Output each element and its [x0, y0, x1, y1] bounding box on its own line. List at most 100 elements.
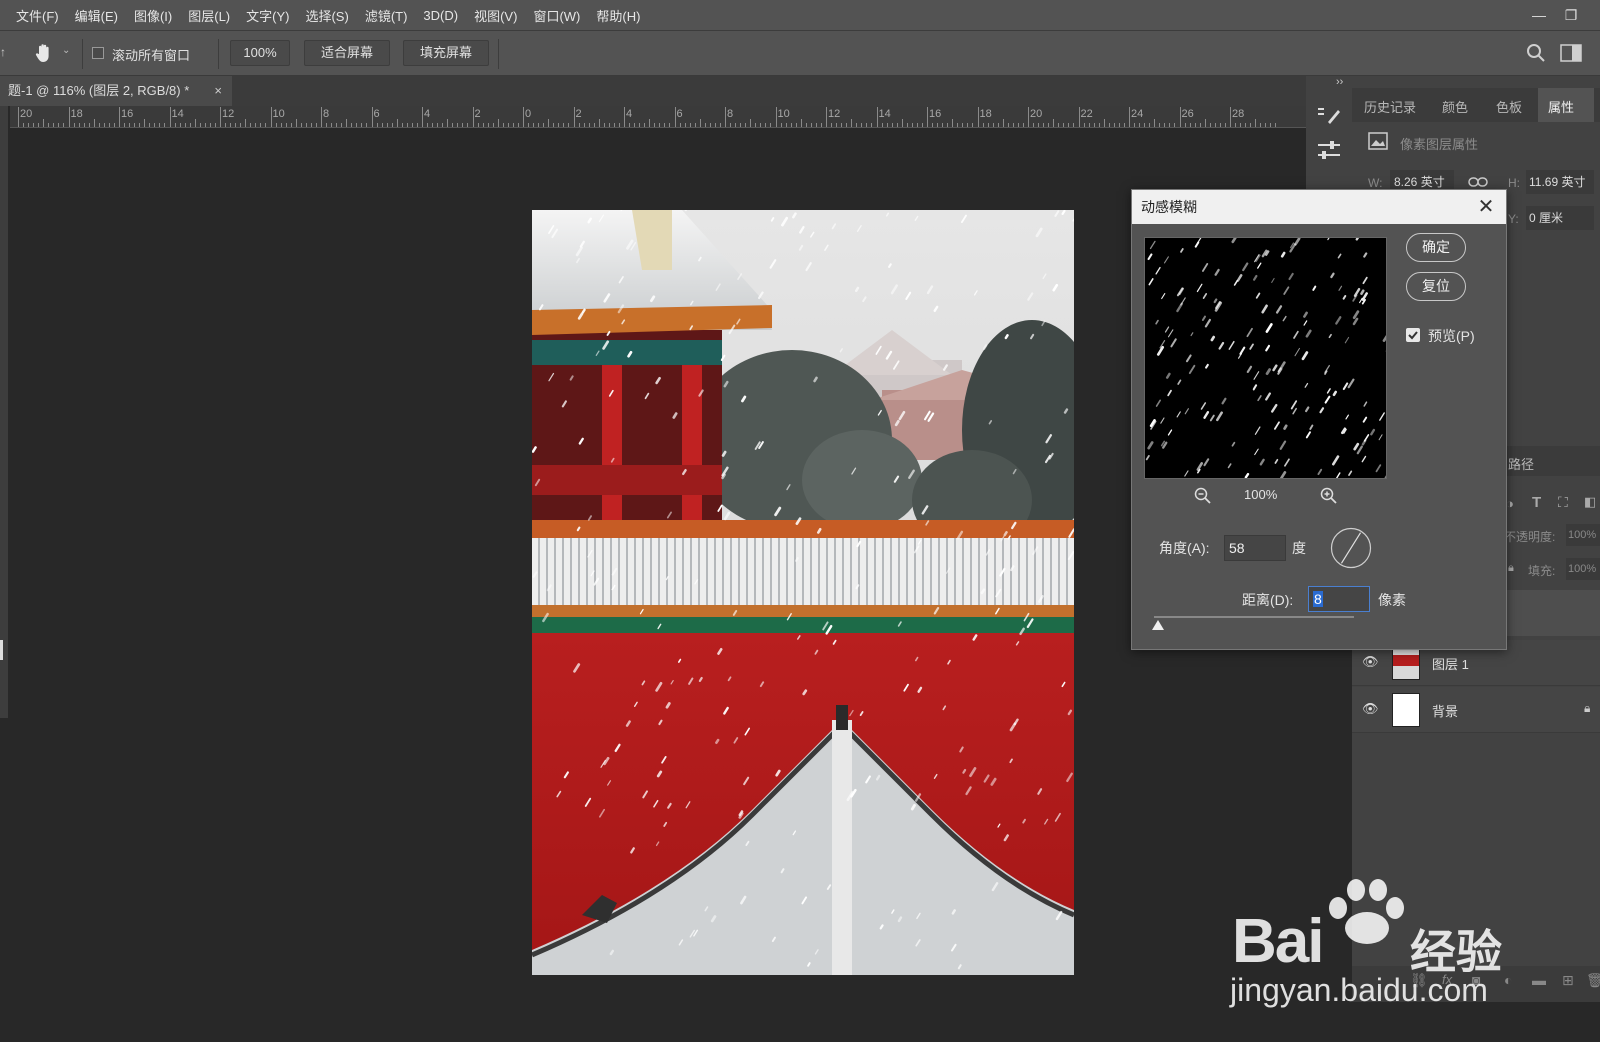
menu-window[interactable]: 窗口(W): [525, 6, 588, 25]
close-icon[interactable]: ✕: [1474, 190, 1498, 224]
brush-settings-icon[interactable]: [1316, 104, 1342, 128]
new-layer-icon[interactable]: ⊞: [1562, 972, 1574, 989]
tab-color[interactable]: 颜色: [1442, 97, 1468, 116]
ruler-minor-tick: [1012, 123, 1014, 127]
visibility-eye-icon[interactable]: 👁︎: [1362, 654, 1379, 670]
distance-input[interactable]: 8: [1308, 586, 1370, 612]
document-tab[interactable]: 题-1 @ 116% (图层 2, RGB/8) * ×: [0, 76, 232, 106]
ruler-minor-tick: [1022, 123, 1024, 127]
ruler-minor-tick: [1038, 123, 1040, 127]
fit-screen-button[interactable]: 适合屏幕: [304, 40, 390, 66]
panel-handle[interactable]: [0, 640, 3, 660]
ruler-minor-tick: [240, 123, 242, 127]
ruler-minor-tick: [53, 123, 55, 127]
ruler-minor-tick: [669, 123, 671, 127]
ruler-label: 26: [1181, 108, 1194, 120]
ruler-minor-tick: [957, 123, 959, 127]
ruler-minor-tick: [679, 123, 681, 127]
ruler-minor-tick: [664, 123, 666, 127]
filter-shape-icon[interactable]: ⛶: [1558, 494, 1568, 511]
ruler-minor-tick: [906, 123, 908, 127]
y-field[interactable]: 0 厘米: [1526, 206, 1594, 230]
ruler-minor-tick: [58, 123, 60, 127]
angle-input[interactable]: 58: [1224, 535, 1286, 561]
ruler-minor-tick: [184, 123, 186, 127]
ruler-minor-tick: [401, 123, 403, 127]
ruler-tick: [725, 107, 726, 127]
ruler-minor-tick: [568, 123, 570, 127]
chevron-down-icon[interactable]: ⌄: [62, 45, 70, 56]
ruler-minor-tick: [28, 123, 30, 127]
trash-icon[interactable]: 🗑︎: [1586, 972, 1600, 989]
folder-icon[interactable]: ▬: [1532, 972, 1546, 988]
ruler-minor-tick: [1073, 123, 1075, 127]
menu-file[interactable]: 文件(F): [8, 6, 67, 25]
minimize-icon[interactable]: —: [1528, 4, 1550, 26]
workspace-icon[interactable]: [1560, 43, 1582, 63]
ruler-minor-tick: [406, 123, 408, 127]
fill-screen-button[interactable]: 填充屏幕: [403, 40, 489, 66]
scroll-all-checkbox[interactable]: [92, 47, 104, 59]
angle-dial[interactable]: [1330, 527, 1372, 569]
menu-type[interactable]: 文字(Y): [238, 6, 297, 25]
ruler-label: 18: [979, 108, 992, 120]
close-icon[interactable]: ×: [214, 76, 222, 106]
fill-field[interactable]: 100%: [1566, 558, 1600, 580]
ruler-label: 18: [70, 108, 83, 120]
restore-icon[interactable]: ❐: [1560, 4, 1582, 26]
ruler-minor-tick: [800, 119, 802, 127]
filter-pixel-icon[interactable]: ◑: [1506, 496, 1514, 511]
tab-history[interactable]: 历史记录: [1364, 97, 1416, 116]
menu-filter[interactable]: 滤镜(T): [357, 6, 416, 25]
search-icon[interactable]: [1526, 43, 1546, 63]
ruler-minor-tick: [225, 123, 227, 127]
visibility-eye-icon[interactable]: 👁︎: [1362, 701, 1379, 717]
adjustments-icon[interactable]: [1316, 138, 1342, 162]
menu-select[interactable]: 选择(S): [297, 6, 356, 25]
menu-edit[interactable]: 编辑(E): [67, 6, 126, 25]
document-canvas[interactable]: [532, 210, 1074, 975]
tab-swatches[interactable]: 色板: [1496, 97, 1522, 116]
ruler-label: 2: [474, 108, 481, 120]
filter-smart-icon[interactable]: ◧: [1584, 494, 1596, 510]
ruler-minor-tick: [1194, 123, 1196, 127]
layer-row[interactable]: 👁︎ 背景 🔒︎: [1352, 687, 1600, 733]
opacity-field[interactable]: 100%: [1566, 524, 1600, 546]
menu-layer[interactable]: 图层(L): [180, 6, 238, 25]
ruler-minor-tick: [1007, 123, 1009, 127]
ruler-minor-tick: [346, 119, 348, 127]
distance-slider-thumb[interactable]: [1152, 620, 1164, 630]
distance-slider-track[interactable]: [1154, 616, 1354, 618]
motion-blur-dialog: 动感模糊 ✕ 确定 复位 预览(P) 100% 角度(A): 58 度 距离(D…: [1131, 189, 1507, 650]
hand-tool-icon[interactable]: [32, 41, 56, 65]
expand-panel-icon[interactable]: ››: [1336, 76, 1343, 88]
ruler-label: 14: [171, 108, 184, 120]
menu-help[interactable]: 帮助(H): [588, 6, 648, 25]
zoom-field[interactable]: 100%: [230, 40, 290, 66]
ok-button[interactable]: 确定: [1406, 233, 1466, 262]
ruler-label: 12: [828, 108, 841, 120]
ruler-minor-tick: [861, 123, 863, 127]
preview-checkbox[interactable]: [1406, 328, 1420, 342]
lock-icon[interactable]: 🔒︎: [1584, 701, 1590, 716]
ruler-minor-tick: [1144, 123, 1146, 127]
tab-paths[interactable]: 路径: [1508, 454, 1534, 473]
menu-view[interactable]: 视图(V): [466, 6, 525, 25]
zoom-out-icon[interactable]: [1194, 487, 1212, 505]
filter-preview[interactable]: [1144, 237, 1387, 479]
menu-3d[interactable]: 3D(D): [415, 8, 466, 23]
zoom-in-icon[interactable]: [1320, 487, 1338, 505]
ruler-label: 8: [727, 108, 734, 120]
lock-icon[interactable]: 🔒︎: [1508, 562, 1514, 575]
height-field[interactable]: 11.69 英寸: [1526, 170, 1594, 194]
menu-image[interactable]: 图像(I): [126, 6, 180, 25]
filter-type-icon[interactable]: T: [1532, 494, 1541, 511]
ruler-minor-tick: [1083, 123, 1085, 127]
ruler-minor-tick: [608, 123, 610, 127]
tab-properties[interactable]: 属性: [1548, 97, 1574, 116]
reset-button[interactable]: 复位: [1406, 272, 1466, 301]
ruler-minor-tick: [487, 123, 489, 127]
ruler-minor-tick: [1159, 123, 1161, 127]
link-icon[interactable]: [1468, 174, 1488, 190]
ruler-tick: [321, 107, 322, 127]
